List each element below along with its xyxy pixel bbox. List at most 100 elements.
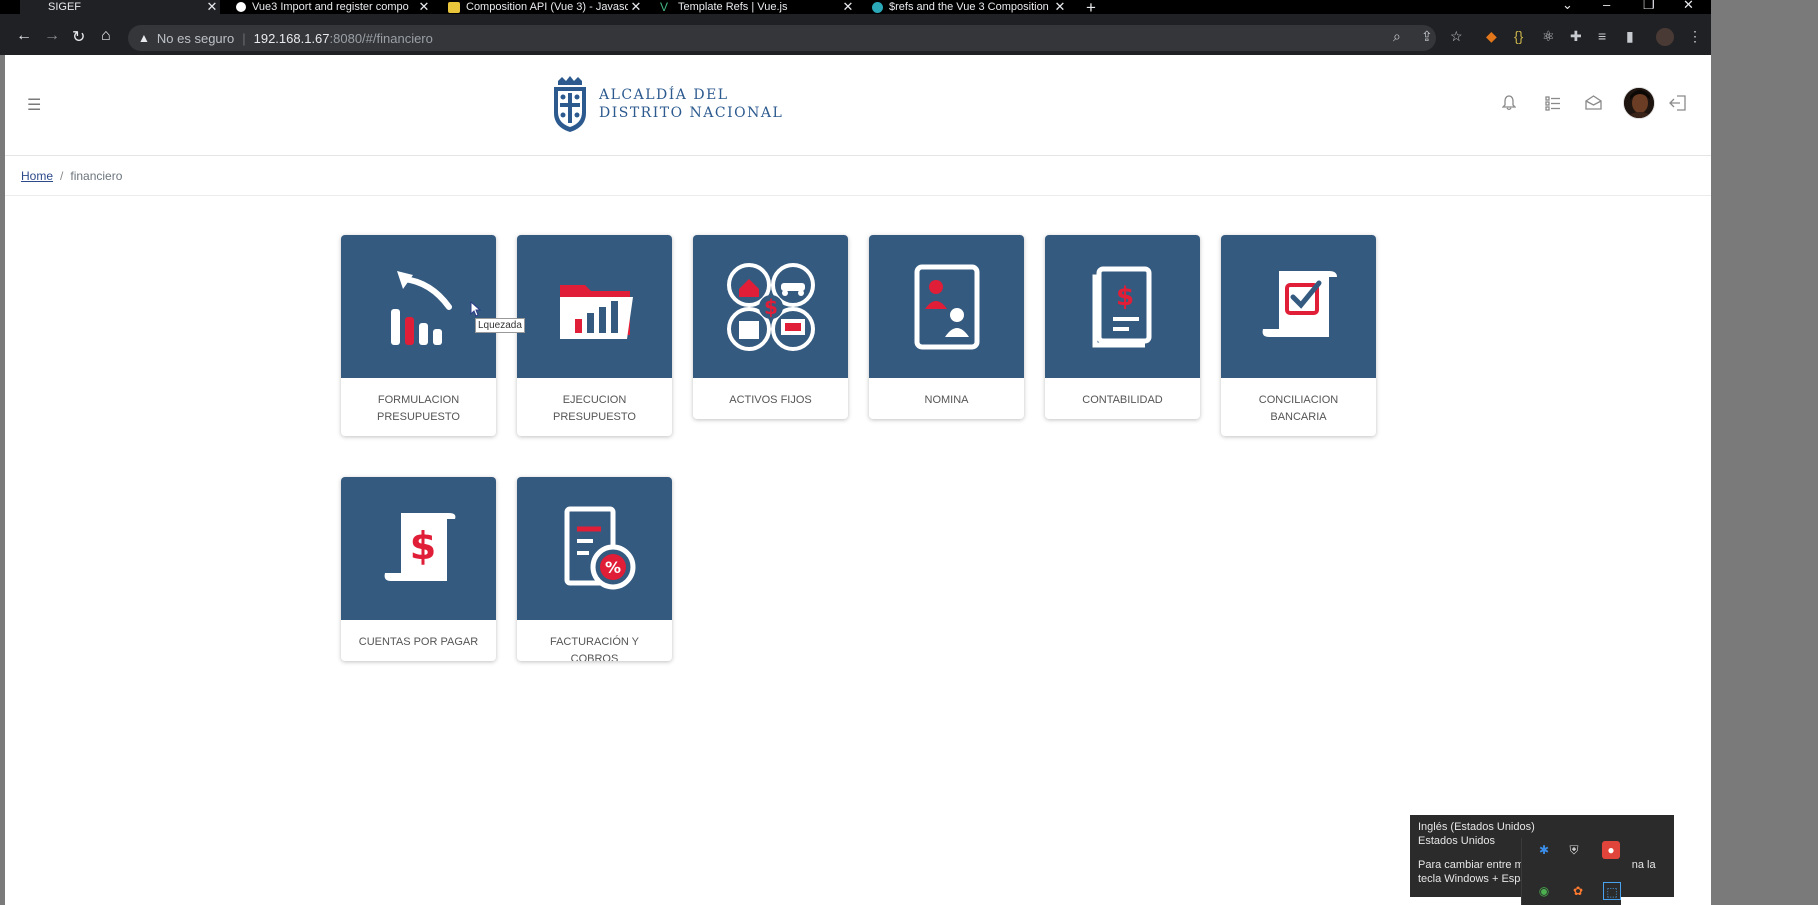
reading-list-icon[interactable]: ≡ [1598, 28, 1606, 44]
tab-title: Vue3 Import and register compo [252, 1, 409, 13]
module-card-ejecucion-presupuesto[interactable]: EJECUCION PRESUPUESTO [517, 235, 672, 436]
tab-title: SIGEF [48, 1, 82, 13]
restore-icon[interactable]: ❐ [1643, 0, 1655, 13]
user-avatar[interactable] [1623, 87, 1655, 119]
card-icon-area: $ [693, 235, 848, 378]
module-card-contabilidad[interactable]: $ CONTABILIDAD [1045, 235, 1200, 419]
tab-composition-api[interactable]: Composition API (Vue 3) - Javasc ✕ [438, 0, 644, 14]
app-header: ☰ ALCALDÍA DEL DISTRITO NACIONAL [5, 55, 1711, 156]
app-page: ☰ ALCALDÍA DEL DISTRITO NACIONAL Home / … [5, 55, 1711, 905]
sigef-icon [30, 2, 42, 13]
card-icon-area: % [517, 477, 672, 620]
tab-vue3-import[interactable]: Vue3 Import and register compo ✕ [226, 0, 432, 14]
new-tab-icon[interactable]: + [1086, 0, 1096, 18]
metamask-icon[interactable]: ◆ [1486, 28, 1497, 45]
tab-strip: SIGEF ✕ Vue3 Import and register compo ✕… [0, 0, 1711, 17]
module-card-cuentas-por-pagar[interactable]: $ CUENTAS POR PAGAR [341, 477, 496, 661]
breadcrumb-separator: / [60, 169, 64, 183]
security-label[interactable]: No es seguro [157, 31, 234, 46]
browser-chrome: SIGEF ✕ Vue3 Import and register compo ✕… [0, 0, 1711, 55]
zoom-icon[interactable]: ⌕ [1393, 28, 1401, 45]
minimize-icon[interactable]: – [1603, 0, 1610, 12]
profile-avatar-icon[interactable] [1656, 28, 1674, 46]
medium-icon [236, 2, 246, 12]
tab-template-refs[interactable]: V Template Refs | Vue.js ✕ [650, 0, 856, 14]
home-icon[interactable]: ⌂ [101, 27, 111, 45]
logo-line1: ALCALDÍA DEL [599, 87, 729, 103]
tab-title: $refs and the Vue 3 Composition [889, 1, 1049, 13]
forward-icon[interactable]: → [44, 27, 60, 45]
close-icon[interactable]: ✕ [204, 0, 220, 15]
system-tray-overflow: ✱ ⛨ ● ◉ ✿ ⬚ [1521, 838, 1621, 905]
logo[interactable]: ALCALDÍA DEL DISTRITO NACIONAL [550, 75, 783, 133]
logout-icon[interactable] [1669, 95, 1687, 115]
svg-text:$: $ [1115, 282, 1133, 312]
bell-icon[interactable] [1501, 95, 1517, 115]
ime-hint-start: Para cambiar entre m [1418, 859, 1524, 871]
menu-dots-icon[interactable]: ⋮ [1688, 28, 1702, 45]
assets-icon: $ [726, 262, 815, 351]
tab-sigef[interactable]: SIGEF ✕ [20, 0, 220, 14]
svg-text:$: $ [409, 524, 435, 568]
url-host: 192.168.1.67 [253, 30, 330, 46]
svg-text:%: % [604, 558, 620, 577]
card-icon-area [869, 235, 1024, 378]
task-list-icon[interactable] [1545, 95, 1561, 115]
close-icon[interactable]: ✕ [840, 0, 856, 15]
module-card-formulacion-presupuesto[interactable]: FORMULACION PRESUPUESTO [341, 235, 496, 436]
module-card-facturacion-y-cobros[interactable]: % FACTURACIÓN Y COBROS [517, 477, 672, 661]
card-icon-area: $ [341, 477, 496, 620]
logo-text: ALCALDÍA DEL DISTRITO NACIONAL [599, 86, 783, 122]
address-bar[interactable]: ▲ No es seguro | 192.168.1.67 :8080/#/fi… [128, 25, 1436, 51]
module-card-nomina[interactable]: NOMINA [869, 235, 1024, 419]
hamburger-menu-icon[interactable]: ☰ [27, 95, 41, 115]
snipping-tool-icon[interactable]: ⬚ [1603, 882, 1621, 900]
breadcrumb: Home / financiero [21, 169, 122, 183]
tab-refs-vue3[interactable]: $refs and the Vue 3 Composition ✕ [862, 0, 1068, 14]
bluetooth-icon[interactable]: ✱ [1535, 841, 1553, 859]
side-panel-icon[interactable]: ▮ [1626, 28, 1634, 45]
close-icon[interactable]: ✕ [628, 0, 644, 15]
warning-icon[interactable]: ▲ [138, 31, 150, 45]
share-icon[interactable]: ⇪ [1421, 28, 1433, 45]
card-label: CUENTAS POR PAGAR [358, 636, 479, 648]
tab-title: Composition API (Vue 3) - Javasc [466, 1, 628, 13]
vueschool-icon [872, 1, 883, 13]
crest-icon [554, 76, 586, 132]
breadcrumb-home-link[interactable]: Home [21, 169, 53, 183]
close-icon[interactable]: ✕ [1052, 0, 1068, 15]
address-divider: | [242, 30, 246, 46]
divider [5, 195, 1711, 196]
card-label: FACTURACIÓN Y COBROS [549, 636, 640, 661]
app-tray-icon[interactable]: ✿ [1569, 882, 1587, 900]
card-label: EJECUCION PRESUPUESTO [553, 394, 636, 423]
reload-icon[interactable]: ↻ [72, 27, 85, 47]
card-label: CONCILIACION BANCARIA [1258, 394, 1339, 423]
tab-search-icon[interactable]: ⌄ [1562, 0, 1573, 13]
card-label: FORMULACION PRESUPUESTO [377, 394, 460, 423]
close-icon[interactable]: ✕ [416, 0, 432, 15]
module-card-activos-fijos[interactable]: $ ACTIVOS FIJOS [693, 235, 848, 419]
reconcile-icon [1262, 270, 1337, 337]
chart-up-icon [390, 270, 452, 345]
js-icon [448, 1, 460, 13]
extensions-icon[interactable]: ✚ [1570, 28, 1582, 45]
security-shield-icon[interactable]: ⛨ [1565, 841, 1583, 859]
chrome-icon[interactable]: ◉ [1535, 882, 1553, 900]
logo-line2: DISTRITO NACIONAL [599, 105, 784, 121]
card-label: CONTABILIDAD [1082, 394, 1163, 406]
bookmark-star-icon[interactable]: ☆ [1450, 28, 1463, 45]
url-path: :8080/#/financiero [329, 30, 433, 46]
folder-chart-icon [559, 284, 633, 339]
mail-icon[interactable] [1585, 95, 1602, 114]
card-label: NOMINA [924, 394, 969, 406]
vue-icon: V [660, 0, 669, 14]
tooltip: Lquezada [475, 318, 525, 333]
module-card-conciliacion-bancaria[interactable]: CONCILIACION BANCARIA [1221, 235, 1376, 436]
window-close-icon[interactable]: ✕ [1683, 0, 1694, 13]
back-icon[interactable]: ← [16, 27, 32, 45]
card-icon-area: $ [1045, 235, 1200, 378]
json-extension-icon[interactable]: {} [1514, 28, 1523, 44]
recorder-icon[interactable]: ● [1602, 841, 1620, 859]
react-devtools-icon[interactable]: ⚛ [1542, 28, 1555, 45]
